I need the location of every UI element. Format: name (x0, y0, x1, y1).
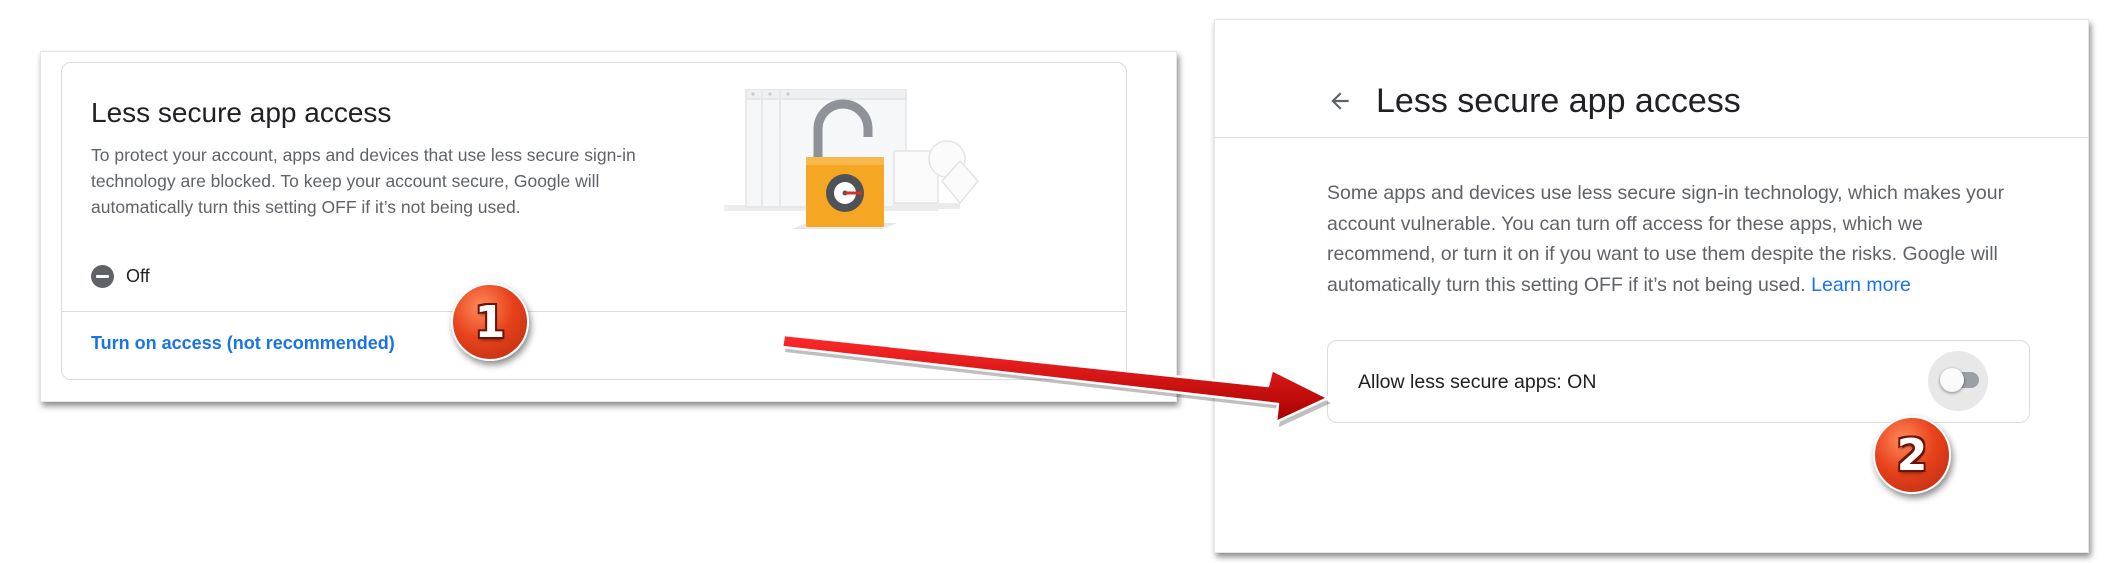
learn-more-link[interactable]: Learn more (1811, 274, 1911, 296)
card-divider (62, 311, 1126, 312)
step-1-number: 1 (474, 296, 506, 348)
padlock-illustration (724, 89, 979, 229)
turn-on-access-link[interactable]: Turn on access (not recommended) (91, 333, 395, 354)
less-secure-access-card: Less secure app access To protect your a… (61, 62, 1127, 380)
page-description: Some apps and devices use less secure si… (1327, 178, 2027, 300)
minus-circle-icon (91, 265, 114, 288)
status-text: Off (126, 266, 150, 286)
screenshot-panel-2: Less secure app access Some apps and dev… (1214, 19, 2089, 553)
access-status: Off (91, 265, 150, 288)
arrow-left-icon[interactable] (1327, 88, 1353, 114)
card-title: Less secure app access (91, 97, 392, 128)
step-2-badge: 2 (1873, 416, 1951, 494)
header-divider (1215, 137, 2088, 138)
screenshot-panel-1: Less secure app access To protect your a… (40, 51, 1177, 402)
allow-less-secure-apps-row: Allow less secure apps: ON (1327, 340, 2030, 423)
step-1-badge: 1 (451, 283, 529, 361)
step-2-number: 2 (1896, 429, 1928, 481)
toggle-thumb (1940, 368, 1964, 392)
toggle-label: Allow less secure apps: ON (1358, 371, 1597, 393)
page-title: Less secure app access (1376, 82, 1741, 120)
allow-less-secure-apps-toggle[interactable] (1928, 351, 1988, 411)
card-description: To protect your account, apps and device… (91, 145, 636, 217)
